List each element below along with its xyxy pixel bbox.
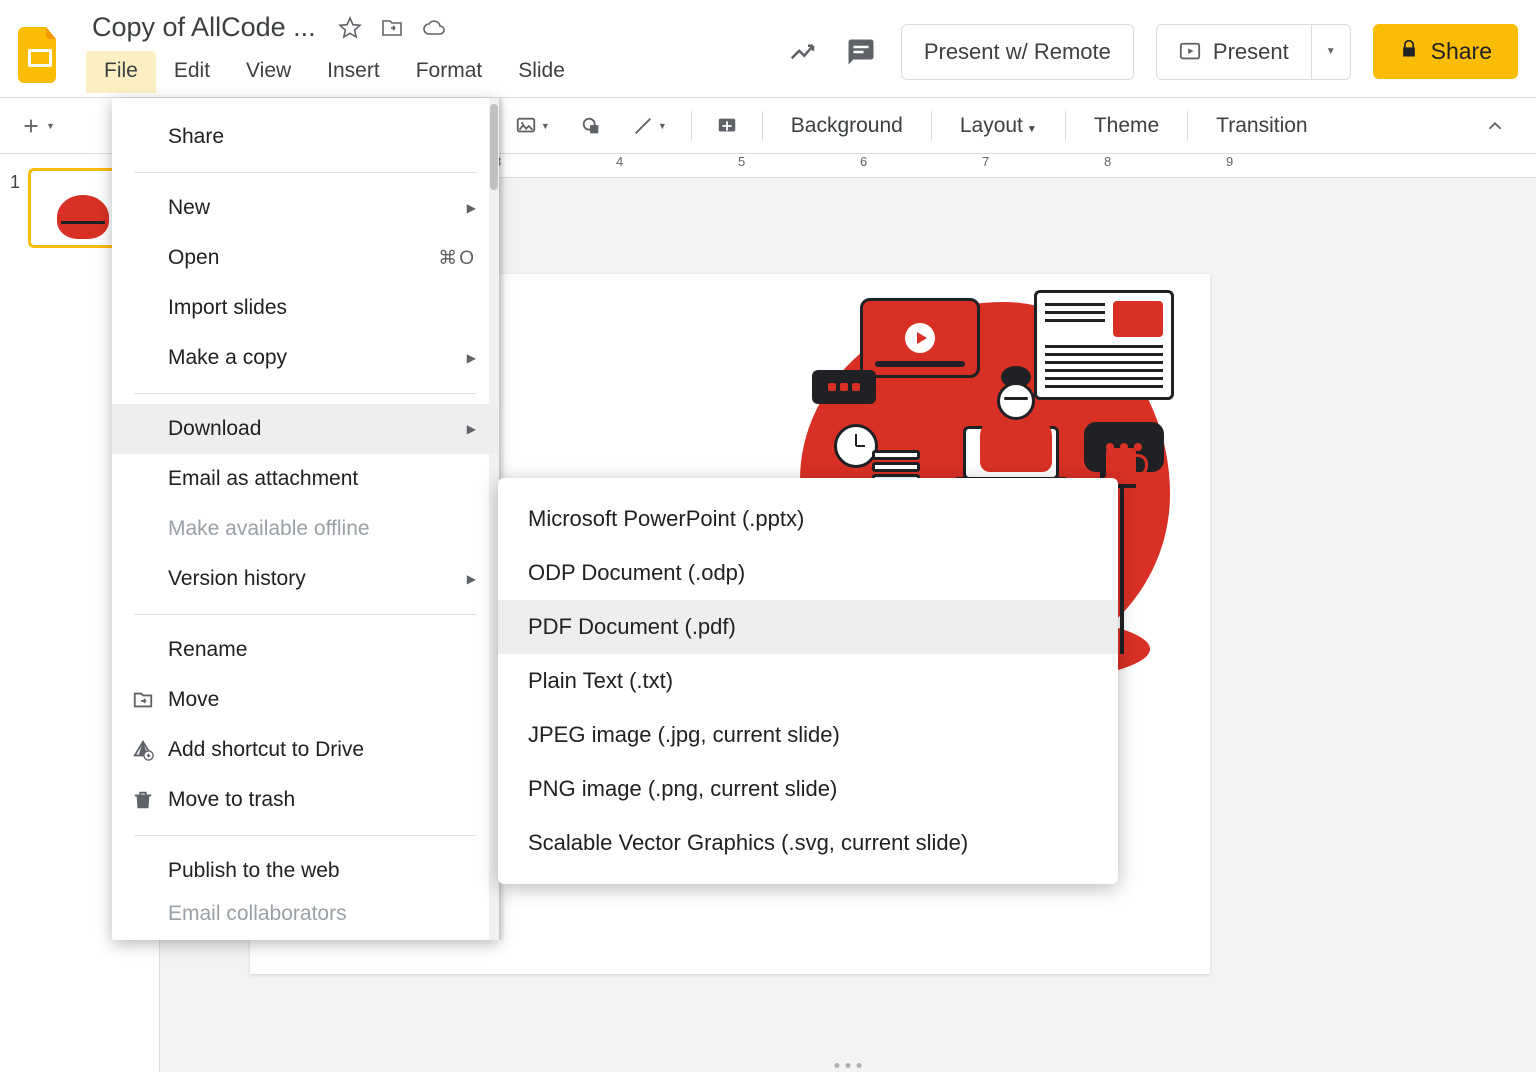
present-label: Present xyxy=(1213,39,1289,65)
file-menu-make-offline: Make available offline xyxy=(112,504,498,554)
toolbar-separator xyxy=(1065,111,1066,141)
app-header: Copy of AllCode ... File Edit View Inser… xyxy=(0,0,1536,98)
theme-button[interactable]: Theme xyxy=(1080,108,1173,144)
present-dropdown-button[interactable]: ▼ xyxy=(1311,24,1351,80)
download-jpg[interactable]: JPEG image (.jpg, current slide) xyxy=(498,708,1118,762)
download-png[interactable]: PNG image (.png, current slide) xyxy=(498,762,1118,816)
file-menu-open[interactable]: Open⌘O xyxy=(112,233,498,283)
explore-trends-icon[interactable] xyxy=(785,34,821,70)
new-slide-button[interactable]: ▼ xyxy=(10,109,65,143)
file-menu-version-history[interactable]: Version history▶ xyxy=(112,554,498,604)
file-menu-share[interactable]: Share xyxy=(112,112,498,162)
move-folder-icon[interactable] xyxy=(378,14,406,42)
file-menu-import-slides[interactable]: Import slides xyxy=(112,283,498,333)
menu-slide[interactable]: Slide xyxy=(500,51,583,93)
file-menu-dropdown: Share New▶ Open⌘O Import slides Make a c… xyxy=(112,98,498,940)
slides-logo[interactable] xyxy=(12,27,68,83)
toolbar-separator xyxy=(691,111,692,141)
document-title[interactable]: Copy of AllCode ... xyxy=(86,10,322,45)
file-menu-add-shortcut[interactable]: Add shortcut to Drive xyxy=(112,725,498,775)
slide-thumb-number: 1 xyxy=(10,168,20,248)
insert-image-button[interactable]: ▼ xyxy=(505,109,560,143)
insert-shape-button[interactable] xyxy=(570,109,612,143)
download-svg[interactable]: Scalable Vector Graphics (.svg, current … xyxy=(498,816,1118,870)
share-label: Share xyxy=(1431,38,1492,65)
comments-icon[interactable] xyxy=(843,34,879,70)
file-menu-trash[interactable]: Move to trash xyxy=(112,775,498,825)
background-button[interactable]: Background xyxy=(777,108,917,144)
menu-file[interactable]: File xyxy=(86,51,156,93)
file-menu-email-attachment[interactable]: Email as attachment xyxy=(112,454,498,504)
file-menu-rename[interactable]: Rename xyxy=(112,625,498,675)
present-play-icon xyxy=(1179,41,1201,63)
toolbar-separator xyxy=(762,111,763,141)
tag-card-icon xyxy=(812,370,876,404)
file-menu-move[interactable]: Move xyxy=(112,675,498,725)
download-pptx[interactable]: Microsoft PowerPoint (.pptx) xyxy=(498,492,1118,546)
insert-comment-button[interactable] xyxy=(706,109,748,143)
drive-shortcut-icon xyxy=(130,737,156,763)
download-txt[interactable]: Plain Text (.txt) xyxy=(498,654,1118,708)
file-menu-new[interactable]: New▶ xyxy=(112,183,498,233)
present-remote-label: Present w/ Remote xyxy=(924,39,1111,65)
toolbar-separator xyxy=(1187,111,1188,141)
file-menu-email-collaborators[interactable]: Email collaborators xyxy=(112,896,498,926)
menu-view[interactable]: View xyxy=(228,51,309,93)
transition-button[interactable]: Transition xyxy=(1202,108,1321,144)
menu-format[interactable]: Format xyxy=(398,51,501,93)
insert-line-button[interactable]: ▼ xyxy=(622,109,677,143)
video-card-icon xyxy=(860,298,980,378)
menu-bar: File Edit View Insert Format Slide xyxy=(86,51,583,93)
cloud-status-icon[interactable] xyxy=(420,14,448,42)
menu-insert[interactable]: Insert xyxy=(309,51,398,93)
menu-edit[interactable]: Edit xyxy=(156,51,228,93)
file-menu-download[interactable]: Download▶ xyxy=(112,404,498,454)
download-submenu: Microsoft PowerPoint (.pptx) ODP Documen… xyxy=(498,478,1118,884)
toolbar-separator xyxy=(931,111,932,141)
share-button[interactable]: Share xyxy=(1373,24,1518,79)
collapse-toolbar-button[interactable] xyxy=(1474,109,1516,143)
file-menu-make-copy[interactable]: Make a copy▶ xyxy=(112,333,498,383)
download-pdf[interactable]: PDF Document (.pdf) xyxy=(498,600,1118,654)
present-button[interactable]: Present xyxy=(1156,24,1311,80)
file-menu-publish-web[interactable]: Publish to the web xyxy=(112,846,498,896)
present-remote-button[interactable]: Present w/ Remote xyxy=(901,24,1134,80)
download-odp[interactable]: ODP Document (.odp) xyxy=(498,546,1118,600)
lock-icon xyxy=(1399,38,1419,65)
move-icon xyxy=(130,687,156,713)
star-icon[interactable] xyxy=(336,14,364,42)
trash-icon xyxy=(130,787,156,813)
pane-resize-handle[interactable] xyxy=(835,1063,862,1068)
layout-button[interactable]: Layout▼ xyxy=(946,108,1051,144)
